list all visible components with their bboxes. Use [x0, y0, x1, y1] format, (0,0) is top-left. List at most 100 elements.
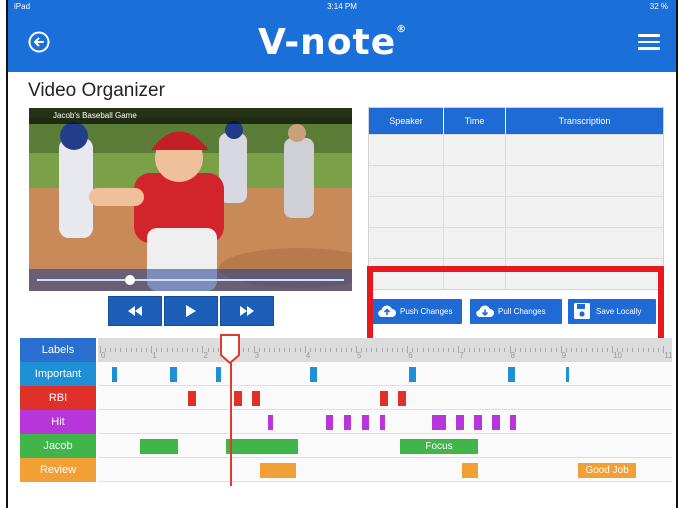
time-ruler[interactable]: 0 1 2 3 4 5 6 7 8 9 10 11	[98, 338, 673, 362]
ruler-minor-tick	[417, 348, 419, 352]
timeline-track[interactable]: Good Job	[98, 458, 672, 482]
transcript-table: Speaker Time Transcription	[368, 107, 664, 290]
scrub-knob[interactable]	[125, 275, 135, 285]
ruler-number: 9	[561, 351, 567, 360]
timeline-label-rbi[interactable]: RBI	[20, 386, 96, 410]
ruler-minor-tick	[530, 348, 532, 352]
ruler-label: Labels	[20, 338, 96, 362]
ruler-minor-tick	[514, 348, 516, 352]
back-arrow-circle-icon[interactable]	[28, 31, 50, 53]
timeline-marker[interactable]	[226, 439, 298, 454]
ruler-minor-tick	[263, 348, 265, 352]
scrub-track[interactable]	[37, 279, 344, 281]
timeline-track[interactable]: Focus	[98, 434, 672, 458]
ruler-minor-tick	[571, 348, 573, 352]
ruler-minor-tick	[130, 348, 132, 352]
timeline-track[interactable]	[98, 410, 672, 434]
timeline-track[interactable]	[98, 362, 672, 386]
ruler-minor-tick	[350, 348, 352, 352]
playhead-handle[interactable]	[219, 333, 241, 365]
ruler-number: 4	[305, 351, 311, 360]
ruler-number: 10	[613, 351, 622, 360]
table-row[interactable]	[369, 165, 663, 196]
timeline-label-jacob[interactable]: Jacob	[20, 434, 96, 458]
timeline-marker[interactable]	[456, 415, 464, 430]
timeline-label-important[interactable]: Important	[20, 362, 96, 386]
ruler-number: 8	[510, 351, 516, 360]
timeline-marker[interactable]	[362, 415, 369, 430]
ruler-minor-tick	[376, 348, 378, 352]
timeline-marker[interactable]	[462, 463, 478, 478]
header-time[interactable]: Time	[444, 108, 506, 134]
ruler-minor-tick	[279, 348, 281, 352]
video-player[interactable]: Jacob's Baseball Game	[29, 108, 352, 291]
ruler-minor-tick	[340, 348, 342, 352]
timeline-marker[interactable]	[268, 415, 273, 430]
ruler-minor-tick	[412, 348, 414, 352]
timeline-marker[interactable]	[252, 391, 260, 406]
highlight-box	[367, 266, 664, 346]
header-transcription[interactable]: Transcription	[506, 108, 663, 134]
ruler-minor-tick	[325, 348, 327, 352]
ruler-minor-tick	[320, 348, 322, 352]
timeline-marker[interactable]	[326, 415, 333, 430]
timeline-marker[interactable]	[112, 367, 117, 382]
logo-registered-mark: ®	[396, 24, 408, 35]
play-button[interactable]	[164, 296, 218, 326]
timeline-marker[interactable]	[188, 391, 196, 406]
timeline-marker-label[interactable]: Good Job	[578, 463, 636, 478]
ruler-minor-tick	[161, 348, 163, 352]
app-logo: V-note®	[258, 20, 407, 66]
ruler-minor-tick	[617, 348, 619, 352]
ruler-minor-tick	[494, 348, 496, 352]
transcript-header: Speaker Time Transcription	[369, 108, 663, 134]
timeline-marker-label[interactable]: Focus	[400, 439, 478, 454]
ruler-minor-tick	[427, 348, 429, 352]
timeline-marker[interactable]	[510, 415, 516, 430]
ruler-minor-tick	[586, 348, 588, 352]
ruler-minor-tick	[146, 348, 148, 352]
table-row[interactable]	[369, 134, 663, 165]
ruler-minor-tick	[535, 348, 537, 352]
status-bar: iPad 3:14 PM 32 %	[8, 0, 676, 14]
timeline-marker[interactable]	[432, 415, 446, 430]
timeline-marker[interactable]	[474, 415, 482, 430]
clock: 3:14 PM	[327, 2, 357, 11]
timeline-marker[interactable]	[566, 367, 569, 382]
rewind-button[interactable]	[108, 296, 162, 326]
timeline-marker[interactable]	[492, 415, 500, 430]
play-icon	[186, 305, 196, 317]
timeline-marker[interactable]	[310, 367, 317, 382]
table-row[interactable]	[369, 196, 663, 227]
timeline-marker[interactable]	[234, 391, 242, 406]
hamburger-menu-icon[interactable]	[638, 34, 660, 50]
ruler-minor-tick	[181, 348, 183, 352]
timeline-marker[interactable]	[508, 367, 515, 382]
video-scrubber[interactable]	[29, 269, 352, 291]
timeline-marker[interactable]	[216, 367, 221, 382]
timeline-track[interactable]	[98, 386, 672, 410]
timeline-marker[interactable]	[380, 415, 385, 430]
timeline-label-hit[interactable]: Hit	[20, 410, 96, 434]
table-row[interactable]	[369, 227, 663, 258]
ruler-minor-tick	[647, 348, 649, 352]
ruler-minor-tick	[396, 348, 398, 352]
timeline-marker[interactable]	[344, 415, 351, 430]
timeline-marker[interactable]	[380, 391, 388, 406]
timeline-marker[interactable]	[409, 367, 416, 382]
timeline-label-review[interactable]: Review	[20, 458, 96, 482]
header-speaker[interactable]: Speaker	[369, 108, 444, 134]
timeline-marker[interactable]	[140, 439, 178, 454]
fast-forward-button[interactable]	[220, 296, 274, 326]
ruler-minor-tick	[489, 348, 491, 352]
ruler-minor-tick	[284, 348, 286, 352]
ruler-minor-tick	[545, 348, 547, 352]
timeline-marker[interactable]	[260, 463, 296, 478]
timeline-marker[interactable]	[398, 391, 406, 406]
ruler-minor-tick	[576, 348, 578, 352]
timeline-marker[interactable]	[170, 367, 177, 382]
ruler-minor-tick	[361, 348, 363, 352]
ruler-minor-tick	[565, 348, 567, 352]
ruler-minor-tick	[274, 348, 276, 352]
ruler-number: 2	[203, 351, 208, 360]
